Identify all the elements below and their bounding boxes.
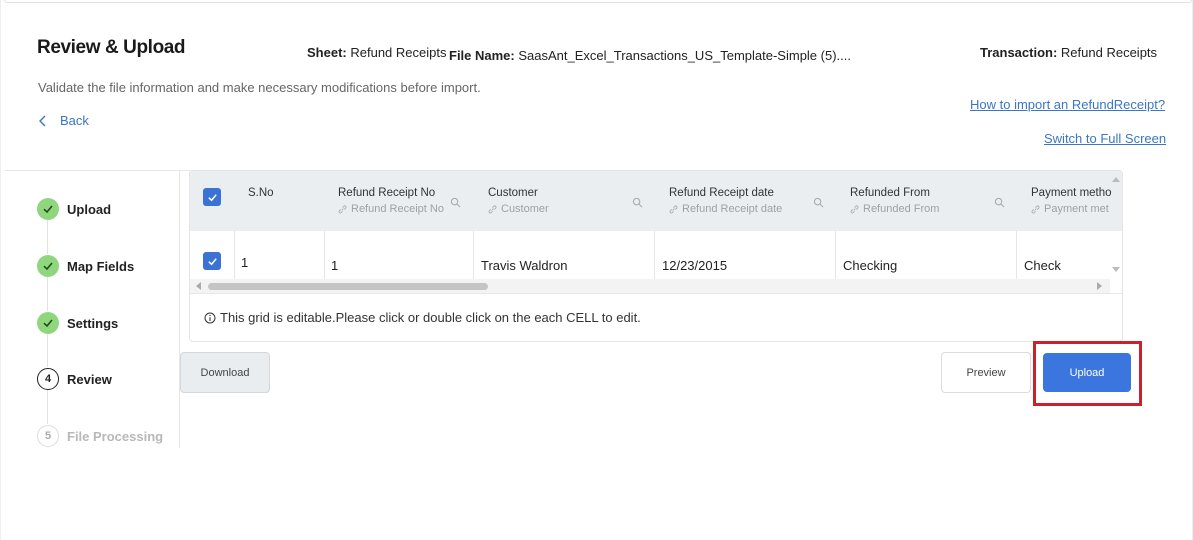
page-subtitle: Validate the file information and make n… xyxy=(38,80,481,95)
grid-note-text: This grid is editable.Please click or do… xyxy=(220,310,641,325)
divider xyxy=(190,293,1122,294)
cell-refund-receipt-no[interactable]: 1 xyxy=(331,258,338,273)
cell-payment-method[interactable]: Check xyxy=(1024,258,1061,273)
column-header-payment-method[interactable]: Payment metho xyxy=(1031,187,1112,199)
step-connector xyxy=(47,220,48,254)
row-checkbox[interactable] xyxy=(203,252,221,270)
step-label: Map Fields xyxy=(67,258,135,274)
highlight-box xyxy=(1033,341,1142,406)
step-connector xyxy=(47,334,48,367)
column-mapping-label: Refunded From xyxy=(863,203,940,215)
column-header-customer[interactable]: Customer xyxy=(488,187,538,199)
step-settings[interactable]: Settings xyxy=(37,312,118,334)
search-icon[interactable] xyxy=(994,197,1005,208)
grid-header: S.No Refund Receipt No Refund Receipt No… xyxy=(190,171,1122,231)
column-header-sno[interactable]: S.No xyxy=(248,187,274,199)
table-row[interactable]: 1 1 Travis Waldron 12/23/2015 Checking C… xyxy=(190,231,1110,280)
select-all-checkbox[interactable] xyxy=(203,188,221,206)
file-value: SaasAnt_Excel_Transactions_US_Template-S… xyxy=(518,48,851,63)
column-header-refund-receipt-date[interactable]: Refund Receipt date xyxy=(669,187,774,199)
link-icon xyxy=(338,205,347,213)
column-divider xyxy=(234,231,235,280)
step-label: Review xyxy=(67,371,112,387)
sheet-label: Sheet: xyxy=(307,45,347,60)
transaction-value: Refund Receipts xyxy=(1060,45,1158,60)
file-info: File Name: SaasAnt_Excel_Transactions_US… xyxy=(449,48,851,63)
scroll-down-arrow-icon[interactable] xyxy=(1112,267,1120,272)
cell-refund-receipt-date[interactable]: 12/23/2015 xyxy=(662,258,727,273)
column-mapping: Refund Receipt date xyxy=(669,203,782,215)
column-divider xyxy=(473,231,474,280)
step-review[interactable]: 4 Review xyxy=(37,368,112,390)
horizontal-scrollbar[interactable] xyxy=(190,279,1110,293)
back-label: Back xyxy=(60,113,89,128)
search-icon[interactable] xyxy=(632,197,643,208)
column-mapping-label: Customer xyxy=(501,203,549,215)
file-label: File Name: xyxy=(449,48,515,63)
column-header-refunded-from[interactable]: Refunded From xyxy=(850,187,930,199)
transaction-label: Transaction: xyxy=(980,45,1058,60)
sheet-info: Sheet: Refund Receipts xyxy=(307,45,446,60)
step-label: File Processing xyxy=(67,428,164,444)
column-mapping: Refund Receipt No xyxy=(338,203,444,215)
cell-refunded-from[interactable]: Checking xyxy=(843,258,897,273)
grid-note: This grid is editable.Please click or do… xyxy=(204,310,641,325)
back-button[interactable]: Back xyxy=(38,113,89,128)
column-header-refund-receipt-no[interactable]: Refund Receipt No xyxy=(338,187,435,199)
link-icon xyxy=(1031,205,1040,213)
data-grid[interactable]: S.No Refund Receipt No Refund Receipt No… xyxy=(189,170,1123,342)
link-icon xyxy=(850,205,859,213)
cell-sno[interactable]: 1 xyxy=(241,255,248,270)
check-icon xyxy=(37,312,59,334)
link-icon xyxy=(669,205,678,213)
column-divider xyxy=(835,231,836,280)
link-icon xyxy=(488,205,497,213)
column-mapping-label: Refund Receipt date xyxy=(682,203,783,215)
scrollbar-thumb[interactable] xyxy=(208,283,488,290)
sheet-value: Refund Receipts xyxy=(350,45,447,60)
column-mapping-label: Refund Receipt No xyxy=(351,203,444,215)
column-mapping: Payment met xyxy=(1031,203,1109,215)
download-button[interactable]: Download xyxy=(180,352,270,393)
chevron-left-icon xyxy=(39,115,46,126)
howto-link[interactable]: How to import an RefundReceipt? xyxy=(970,97,1165,112)
step-number: 4 xyxy=(37,368,59,390)
column-divider xyxy=(1016,231,1017,280)
search-icon[interactable] xyxy=(450,197,461,208)
check-icon xyxy=(207,257,217,265)
column-divider xyxy=(654,231,655,280)
search-icon[interactable] xyxy=(813,197,824,208)
top-border xyxy=(4,0,1192,3)
column-mapping: Customer xyxy=(488,203,549,215)
check-icon xyxy=(37,255,59,277)
step-label: Settings xyxy=(67,315,119,331)
step-number: 5 xyxy=(37,425,59,447)
step-upload[interactable]: Upload xyxy=(37,198,111,220)
step-file-processing: 5 File Processing xyxy=(37,425,163,447)
scroll-left-arrow-icon[interactable] xyxy=(196,282,201,290)
column-divider xyxy=(324,231,325,280)
check-icon xyxy=(207,193,217,201)
step-map-fields[interactable]: Map Fields xyxy=(37,255,134,277)
step-label: Upload xyxy=(67,201,112,217)
step-connector xyxy=(47,277,48,311)
column-mapping: Refunded From xyxy=(850,203,939,215)
scroll-up-arrow-icon[interactable] xyxy=(1112,177,1120,182)
check-icon xyxy=(37,198,59,220)
preview-button[interactable]: Preview xyxy=(941,352,1031,393)
column-mapping-label: Payment met xyxy=(1044,203,1109,215)
fullscreen-link[interactable]: Switch to Full Screen xyxy=(1044,131,1166,146)
info-icon xyxy=(204,312,216,323)
page-title: Review & Upload xyxy=(37,37,186,58)
scroll-right-arrow-icon[interactable] xyxy=(1097,282,1102,290)
step-connector xyxy=(47,390,48,424)
divider xyxy=(5,170,190,171)
cell-customer[interactable]: Travis Waldron xyxy=(481,258,567,273)
transaction-info: Transaction: Refund Receipts xyxy=(980,45,1157,60)
sidebar-divider xyxy=(179,170,180,448)
